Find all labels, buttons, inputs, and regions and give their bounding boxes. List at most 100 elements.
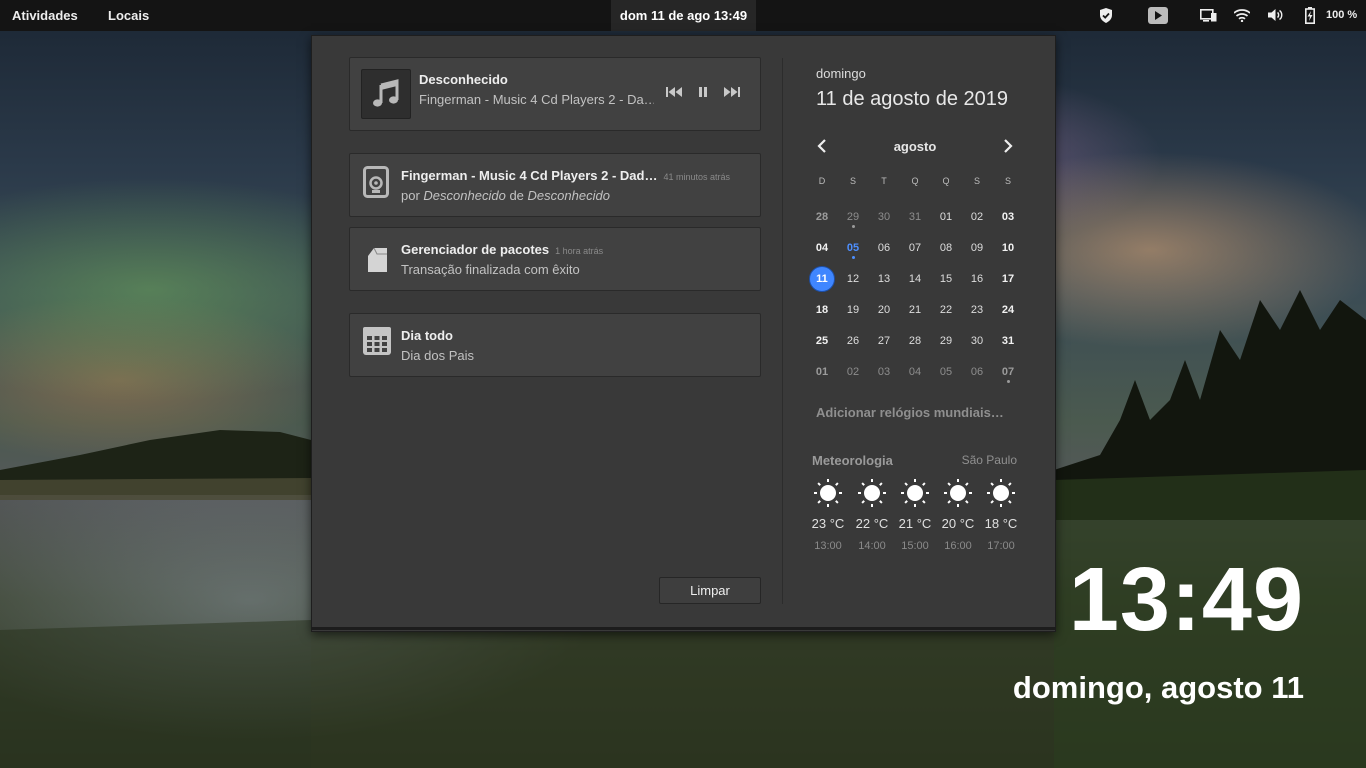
calendar-day[interactable]: 05 — [933, 359, 959, 385]
video-player-icon[interactable] — [1148, 7, 1168, 24]
media-player-card[interactable]: Desconhecido Fingerman - Music 4 Cd Play… — [349, 57, 761, 131]
forecast-temperature: 23 °C — [811, 516, 845, 531]
forecast-hour: 16:00 — [944, 540, 972, 552]
music-note-icon — [373, 79, 399, 107]
forecast-temperature: 22 °C — [855, 516, 889, 531]
calendar-day[interactable]: 28 — [809, 204, 835, 230]
calendar-day[interactable]: 02 — [840, 359, 866, 385]
notification-card[interactable]: Gerenciador de pacotes 1 hora atrás Trans… — [349, 227, 761, 291]
event-card[interactable]: Dia todo Dia dos Pais — [349, 313, 761, 377]
calendar-day[interactable]: 04 — [809, 235, 835, 261]
package-icon — [368, 248, 387, 272]
calendar-day[interactable]: 17 — [995, 266, 1021, 292]
weekday-header: S — [973, 176, 980, 186]
sun-icon — [813, 478, 843, 508]
calendar-day-today[interactable]: 11 — [809, 266, 835, 292]
notification-time: 41 minutos atrás — [663, 172, 731, 182]
calendar-day[interactable]: 29 — [933, 328, 959, 354]
calendar-day[interactable]: 31 — [995, 328, 1021, 354]
media-title: Desconhecido — [419, 72, 508, 87]
notification-album: Desconhecido — [527, 188, 610, 203]
display-icon[interactable] — [1200, 9, 1217, 22]
calendar-day[interactable]: 04 — [902, 359, 928, 385]
calendar-day[interactable]: 23 — [964, 297, 990, 323]
calendar-day[interactable]: 01 — [933, 204, 959, 230]
calendar-day[interactable]: 01 — [809, 359, 835, 385]
calendar-day[interactable]: 27 — [871, 328, 897, 354]
sun-icon — [943, 478, 973, 508]
event-indicator-dot — [1007, 380, 1010, 383]
next-track-icon[interactable] — [722, 86, 740, 98]
datetime-button[interactable]: dom 11 de ago 13:49 — [611, 0, 756, 31]
calendar-day[interactable]: 03 — [871, 359, 897, 385]
forecast-temperature: 20 °C — [941, 516, 975, 531]
forecast-hour: 13:00 — [814, 540, 842, 552]
calendar-day[interactable]: 31 — [902, 204, 928, 230]
media-subtitle: Fingerman - Music 4 Cd Players 2 - Da… — [419, 92, 654, 107]
calendar-day[interactable]: 08 — [933, 235, 959, 261]
album-art — [361, 69, 411, 119]
notification-body: Transação finalizada com êxito — [401, 262, 580, 277]
panel-shadow — [311, 627, 1056, 630]
calendar-day[interactable]: 19 — [840, 297, 866, 323]
calendar-day[interactable]: 18 — [809, 297, 835, 323]
forecast-hour: 17:00 — [987, 540, 1015, 552]
calendar-day[interactable]: 03 — [995, 204, 1021, 230]
weekday-header: S — [1004, 176, 1011, 186]
weekday-header: Q — [942, 176, 950, 186]
calendar-day[interactable]: 06 — [871, 235, 897, 261]
today-weekday[interactable]: domingo — [816, 66, 866, 81]
calendar-day[interactable]: 30 — [871, 204, 897, 230]
calendar-day[interactable]: 02 — [964, 204, 990, 230]
next-month-icon[interactable] — [999, 138, 1015, 154]
notification-card[interactable]: Fingerman - Music 4 Cd Players 2 - Dad… 4… — [349, 153, 761, 217]
calendar-day[interactable]: 07 — [902, 235, 928, 261]
calendar-day[interactable]: 24 — [995, 297, 1021, 323]
volume-icon[interactable] — [1268, 8, 1284, 22]
desktop-clock-time: 13:49 — [1068, 550, 1304, 650]
calendar-day[interactable]: 15 — [933, 266, 959, 292]
notification-by: por — [401, 188, 420, 203]
previous-month-icon[interactable] — [815, 138, 831, 154]
panel-divider — [782, 58, 783, 604]
weather-title[interactable]: Meteorologia — [812, 453, 893, 468]
calendar-day[interactable]: 28 — [902, 328, 928, 354]
wifi-icon[interactable] — [1234, 9, 1250, 22]
forecast-hour: 15:00 — [901, 540, 929, 552]
event-indicator-dot — [852, 225, 855, 228]
places-menu[interactable]: Locais — [108, 0, 149, 31]
today-date[interactable]: 11 de agosto de 2019 — [816, 88, 1008, 111]
weekday-header: T — [881, 176, 887, 186]
clear-notifications-button[interactable]: Limpar — [659, 577, 761, 604]
calendar-day[interactable]: 06 — [964, 359, 990, 385]
previous-track-icon[interactable] — [666, 86, 684, 98]
calendar-day[interactable]: 13 — [871, 266, 897, 292]
battery-percentage: 100 % — [1326, 9, 1358, 21]
weekday-header: D — [818, 176, 826, 186]
calendar-day[interactable]: 09 — [964, 235, 990, 261]
calendar-day[interactable]: 20 — [871, 297, 897, 323]
calendar-day[interactable]: 10 — [995, 235, 1021, 261]
calendar-day[interactable]: 21 — [902, 297, 928, 323]
weekday-header: Q — [911, 176, 919, 186]
battery-charging-icon[interactable] — [1305, 7, 1315, 24]
shield-icon[interactable] — [1099, 8, 1113, 23]
forecast-temperature: 21 °C — [898, 516, 932, 531]
calendar-day[interactable]: 12 — [840, 266, 866, 292]
activities-button[interactable]: Atividades — [12, 0, 78, 31]
add-world-clocks-button[interactable]: Adicionar relógios mundiais… — [816, 405, 1004, 420]
sun-icon — [900, 478, 930, 508]
pause-icon[interactable] — [698, 86, 708, 98]
calendar-icon — [363, 327, 391, 355]
top-bar: Atividades Locais dom 11 de ago 13:49 10… — [0, 0, 1366, 31]
media-player-app-icon — [363, 166, 389, 198]
calendar-day[interactable]: 30 — [964, 328, 990, 354]
calendar-day[interactable]: 25 — [809, 328, 835, 354]
calendar-day[interactable]: 16 — [964, 266, 990, 292]
calendar-day[interactable]: 22 — [933, 297, 959, 323]
calendar-day[interactable]: 26 — [840, 328, 866, 354]
calendar-day[interactable]: 14 — [902, 266, 928, 292]
calendar-month: agosto — [893, 139, 937, 154]
notification-artist: Desconhecido — [423, 188, 506, 203]
sun-icon — [857, 478, 887, 508]
